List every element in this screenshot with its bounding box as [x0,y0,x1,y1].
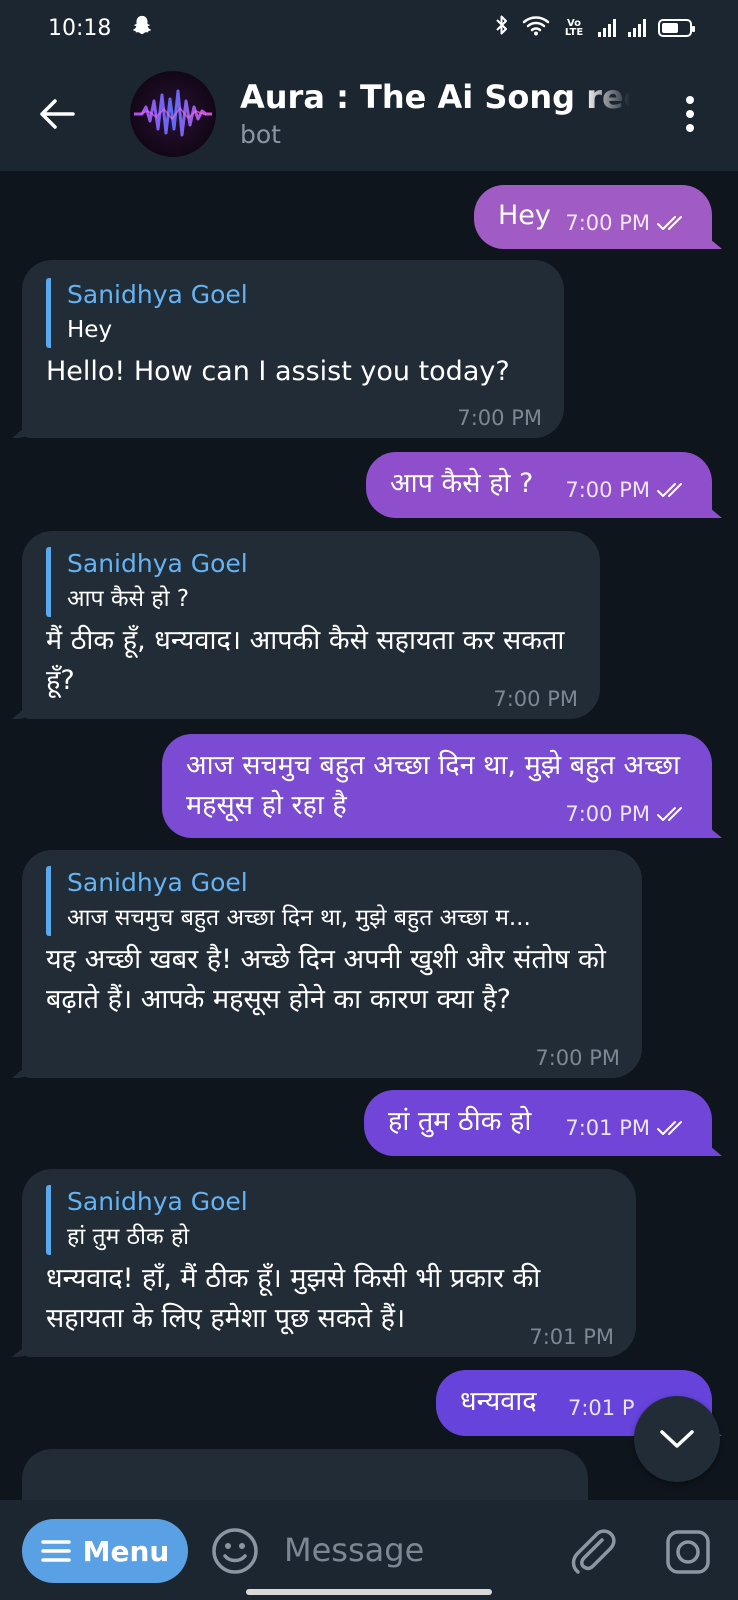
outgoing-message[interactable]: हां तुम ठीक हो 7:01 PM [364,1090,712,1156]
message-text: हां तुम ठीक हो [388,1106,532,1137]
signal-icon [598,19,616,37]
message-text: यह अच्छी खबर है! अच्छे दिन अपनी खुशी और … [46,944,606,1015]
message-text: Hello! How can I assist you today? [46,356,510,387]
hamburger-icon [40,1540,71,1562]
incoming-message[interactable] [22,1449,588,1500]
wifi-icon [522,14,550,42]
reply-quote: आप कैसे हो ? [67,586,190,612]
double-check-icon [657,483,682,497]
incoming-message[interactable]: Sanidhya Goel आप कैसे हो ? मैं ठीक हूँ, … [22,531,600,719]
more-vertical-icon[interactable] [686,96,694,132]
waveform-icon [134,89,212,136]
reply-preview[interactable]: Sanidhya Goel Hey [46,278,540,348]
message-time: 7:01 P [568,1396,635,1420]
scroll-down-button[interactable] [634,1396,720,1482]
message-time: 7:00 PM [457,406,542,430]
message-time: 7:01 PM [565,1116,650,1140]
chevron-down-icon [660,1430,694,1448]
double-check-icon [657,216,682,230]
chat-header: Aura : The Ai Song recor bot [0,56,738,171]
snapchat-ghost-icon [131,14,153,42]
incoming-message[interactable]: Sanidhya Goel आज सचमुच बहुत अच्छा दिन था… [22,850,642,1078]
reply-quote: आज सचमुच बहुत अच्छा दिन था, मुझे बहुत अच… [67,905,531,931]
reply-author: Sanidhya Goel [67,549,248,578]
message-time: 7:01 PM [529,1325,614,1349]
status-bar: 10:18 Vo LTE [0,0,738,56]
camera-button[interactable] [664,1528,712,1576]
home-indicator [246,1589,492,1595]
incoming-message[interactable]: Sanidhya Goel हां तुम ठीक हो धन्यवाद! हा… [22,1169,636,1357]
reply-author: Sanidhya Goel [67,280,248,309]
incoming-message[interactable]: Sanidhya Goel Hey Hello! How can I assis… [22,260,564,438]
reply-author: Sanidhya Goel [67,868,248,897]
emoji-button[interactable] [210,1526,260,1576]
message-time: 7:00 PM [493,687,578,711]
arrow-left-icon [40,98,75,129]
message-text: धन्यवाद [460,1386,537,1417]
outgoing-message[interactable]: आज सचमुच बहुत अच्छा दिन था, मुझे बहुत अच… [162,734,712,838]
reply-quote: हां तुम ठीक हो [67,1224,190,1250]
chat-title[interactable]: Aura : The Ai Song recor [240,78,630,116]
status-time: 10:18 [48,15,112,41]
camera-icon [666,1530,710,1574]
attach-button[interactable] [568,1526,616,1576]
reply-quote: Hey [67,317,113,343]
message-input[interactable] [284,1522,554,1578]
reply-author: Sanidhya Goel [67,1187,248,1216]
back-button[interactable] [28,85,86,143]
message-time: 7:00 PM [535,1046,620,1070]
message-time: 7:00 PM [565,211,650,235]
emoji-icon [212,1528,258,1574]
reply-preview[interactable]: Sanidhya Goel हां तुम ठीक हो [46,1185,612,1255]
message-time: 7:00 PM [565,478,650,502]
paperclip-icon [571,1529,616,1574]
bluetooth-icon [494,14,510,42]
message-text: धन्यवाद! हाँ, मैं ठीक हूँ। मुझसे किसी भी… [46,1263,541,1334]
volte-label: Vo LTE [564,18,584,38]
outgoing-message[interactable]: आप कैसे हो ? 7:00 PM [366,452,712,518]
double-check-icon [657,807,682,821]
reply-preview[interactable]: Sanidhya Goel आप कैसे हो ? [46,547,576,617]
avatar[interactable] [130,70,216,157]
message-text: Hey [498,200,551,231]
battery-icon [658,19,695,37]
message-list[interactable]: Hey 7:00 PM Sanidhya Goel Hey Hello! How… [0,171,738,1500]
composer-bar: Menu [0,1500,738,1600]
signal-icon [628,19,646,37]
menu-button-label: Menu [82,1534,170,1568]
menu-button[interactable]: Menu [22,1519,188,1583]
message-time: 7:00 PM [565,802,650,826]
chat-subtitle: bot [240,120,281,149]
outgoing-message[interactable]: Hey 7:00 PM [474,185,712,249]
message-text: आप कैसे हो ? [390,468,534,499]
reply-preview[interactable]: Sanidhya Goel आज सचमुच बहुत अच्छा दिन था… [46,866,606,936]
message-text: मैं ठीक हूँ, धन्यवाद। आपकी कैसे सहायता क… [46,625,565,696]
double-check-icon [657,1121,682,1135]
